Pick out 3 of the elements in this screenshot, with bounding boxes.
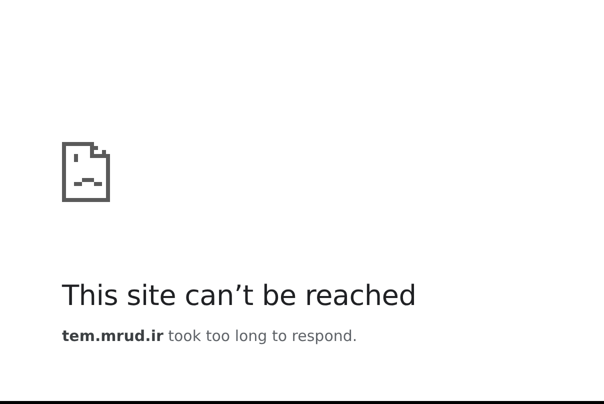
sad-page-icon [62, 142, 110, 202]
error-title: This site can’t be reached [62, 278, 416, 314]
error-message: tem.mrud.ir took too long to respond. [62, 326, 358, 346]
